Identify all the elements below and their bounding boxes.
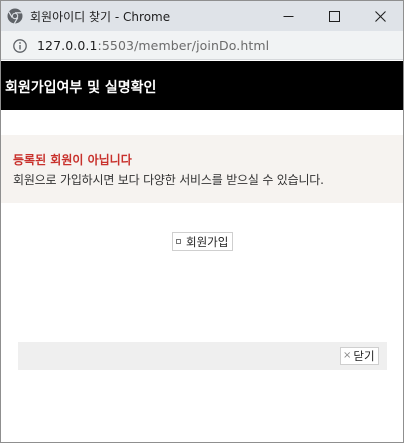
title-bar[interactable]: 회원아이디 찾기 - Chrome [1, 1, 403, 31]
address-bar[interactable]: 127.0.0.1:5503/member/joinDo.html [1, 31, 403, 60]
info-icon[interactable] [13, 38, 27, 53]
maximize-button[interactable] [311, 1, 357, 31]
message-description: 회원으로 가입하시면 보다 다양한 서비스를 받으실 수 있습니다. [13, 173, 324, 187]
bottom-bar: × 닫기 [18, 342, 387, 370]
join-button-label: 회원가입 [186, 234, 229, 249]
close-window-button[interactable] [357, 1, 403, 31]
window-title: 회원아이디 찾기 - Chrome [30, 10, 171, 24]
url-host: 127.0.0.1 [37, 38, 98, 53]
message-box: 등록된 회원이 아닙니다 회원으로 가입하시면 보다 다양한 서비스를 받으실 … [1, 135, 403, 203]
minimize-button[interactable] [265, 1, 311, 31]
page-header: 회원가입여부 및 실명확인 [1, 61, 403, 110]
message-title: 등록된 회원이 아닙니다 [13, 153, 132, 167]
close-button[interactable]: × 닫기 [340, 347, 379, 365]
browser-window: 회원아이디 찾기 - Chrome 127.0.0.1:5503/member/… [0, 0, 404, 443]
maximize-icon [328, 10, 340, 22]
close-icon [374, 10, 386, 22]
page-title: 회원가입여부 및 실명확인 [5, 80, 157, 96]
url-path: :5503/member/joinDo.html [97, 38, 270, 53]
url-text[interactable]: 127.0.0.1:5503/member/joinDo.html [37, 38, 269, 53]
square-icon [176, 239, 181, 244]
minimize-icon [283, 11, 294, 22]
x-icon: × [343, 350, 352, 361]
close-button-label: 닫기 [353, 349, 375, 363]
chrome-logo-icon [7, 8, 23, 24]
join-button[interactable]: 회원가입 [172, 232, 234, 251]
